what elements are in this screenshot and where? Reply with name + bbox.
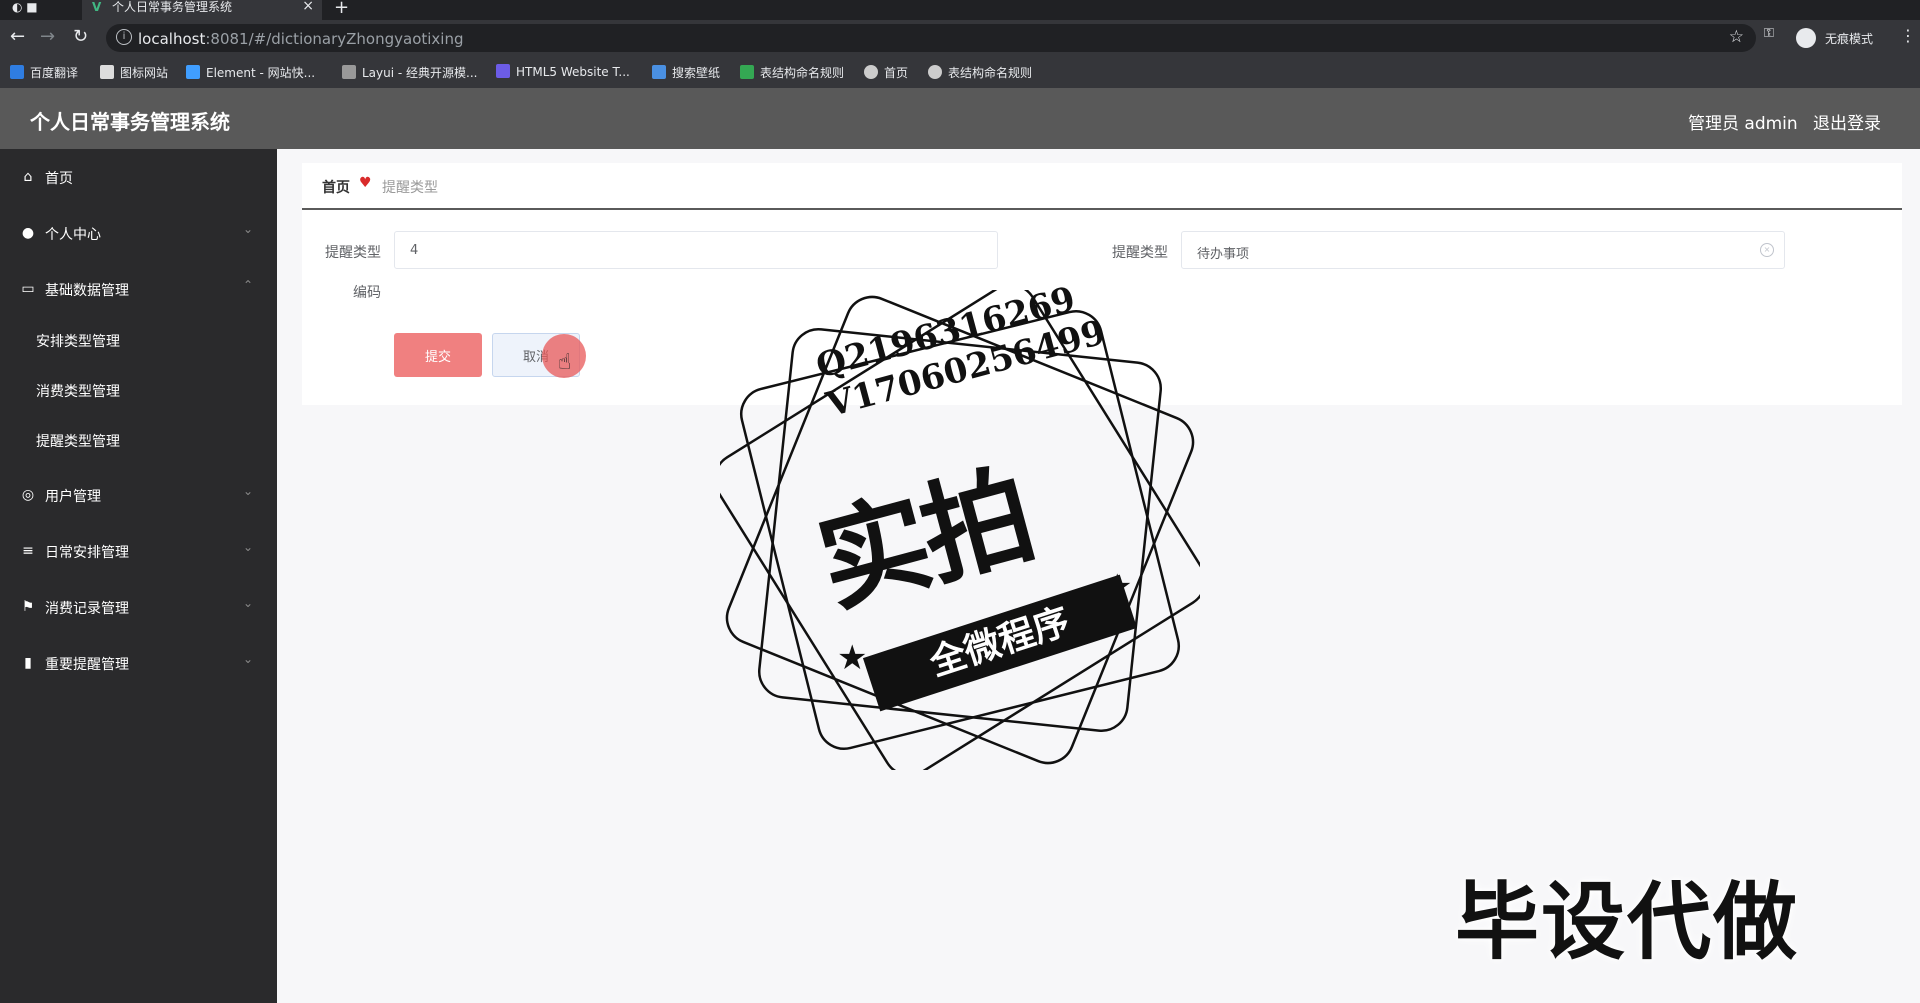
chevron-down-icon: ⌄ xyxy=(243,540,254,554)
home-icon: ⌂ xyxy=(23,169,33,185)
bookmark-star-icon[interactable]: ☆ xyxy=(1729,27,1744,47)
breadcrumb-current: 提醒类型 xyxy=(382,180,438,196)
chevron-down-icon: ⌄ xyxy=(243,596,254,610)
sidebar-item-label: 消费记录管理 xyxy=(45,601,129,617)
bookmark-item[interactable]: 百度翻译 xyxy=(10,64,78,81)
flag-icon: ⚑ xyxy=(21,599,35,615)
bookmark-item[interactable]: 搜索壁纸 xyxy=(652,64,720,81)
sidebar-item-label: 重要提醒管理 xyxy=(45,657,129,673)
code-input-value: 4 xyxy=(410,243,419,258)
sidebar-item-basic-data[interactable]: ▭ 基础数据管理 ⌃ xyxy=(0,269,277,309)
bar-chart-icon: ▮ xyxy=(24,655,32,671)
card-icon: ▭ xyxy=(21,281,35,297)
key-icon[interactable]: ⚿ xyxy=(1764,26,1774,41)
sidebar-item-label: 个人中心 xyxy=(45,227,101,243)
back-icon[interactable]: ← xyxy=(10,26,25,47)
sidebar-item-label: 基础数据管理 xyxy=(45,283,129,299)
code-label: 提醒类型 xyxy=(325,245,381,261)
pointer-hand-icon: ☝ xyxy=(558,350,572,375)
sidebar-item-users[interactable]: ◎ 用户管理 ⌄ xyxy=(0,475,277,515)
type-input-value: 待办事项 xyxy=(1197,247,1250,262)
sidebar-subitem-expense-type[interactable]: 消费类型管理 xyxy=(0,370,277,410)
incognito-icon xyxy=(1796,28,1816,48)
sidebar: ⌂ 首页 ● 个人中心 ⌄ ▭ 基础数据管理 ⌃ 安排类型管理 消费类型管理 提… xyxy=(0,149,277,1003)
submit-button[interactable]: 提交 xyxy=(394,333,482,377)
sidebar-item-label: 用户管理 xyxy=(45,489,101,505)
sidebar-subitem-label: 消费类型管理 xyxy=(36,384,120,400)
bookmark-item[interactable]: 首页 xyxy=(864,64,908,81)
url-text: localhost:8081/#/dictionaryZhongyaotixin… xyxy=(138,30,464,48)
heart-icon: ♥ xyxy=(359,175,372,191)
sidebar-item-home[interactable]: ⌂ 首页 xyxy=(0,157,277,197)
incognito-label: 无痕模式 xyxy=(1825,32,1874,46)
sidebar-subitem-reminder-type[interactable]: 提醒类型管理 xyxy=(0,420,277,460)
sidebar-item-daily-schedule[interactable]: ≡ 日常安排管理 ⌄ xyxy=(0,531,277,571)
bookmark-item[interactable]: Element - 网站快... xyxy=(186,64,315,81)
logout-link[interactable]: 退出登录 xyxy=(1813,109,1881,134)
site-info-icon[interactable]: i xyxy=(116,29,132,45)
chevron-down-icon: ⌄ xyxy=(243,222,254,236)
sidebar-item-expense-records[interactable]: ⚑ 消费记录管理 ⌄ xyxy=(0,587,277,627)
browser-menu-icon[interactable]: ◐ ■ xyxy=(12,0,38,14)
watermark-stamp: Q2196316269 V17060256499 实拍 ★ ★ 全微程序 xyxy=(713,279,1207,777)
bookmark-item[interactable]: HTML5 Website T... xyxy=(496,64,630,79)
sidebar-item-label: 日常安排管理 xyxy=(45,545,129,561)
sidebar-item-personal-center[interactable]: ● 个人中心 ⌄ xyxy=(0,213,277,253)
sidebar-item-reminders[interactable]: ▮ 重要提醒管理 ⌄ xyxy=(0,643,277,683)
clear-icon[interactable]: × xyxy=(1760,243,1774,257)
forward-icon[interactable]: → xyxy=(40,26,55,47)
user-icon: ● xyxy=(21,225,35,241)
new-tab-icon[interactable]: + xyxy=(334,0,349,18)
address-bar[interactable]: i localhost:8081/#/dictionaryZhongyaotix… xyxy=(106,24,1756,52)
sidebar-subitem-schedule-type[interactable]: 安排类型管理 xyxy=(0,320,277,360)
watermark-bottom-text: 毕设代做 xyxy=(1455,873,1800,971)
breadcrumb-home[interactable]: 首页 xyxy=(322,177,350,197)
bookmark-item[interactable]: Layui - 经典开源模... xyxy=(342,64,477,81)
sidebar-subitem-label: 提醒类型管理 xyxy=(36,434,120,450)
bookmark-item[interactable]: 表结构命名规则 xyxy=(740,64,844,81)
sidebar-subitem-label: 安排类型管理 xyxy=(36,334,120,350)
browser-menu-dots-icon[interactable]: ⋮ xyxy=(1900,26,1916,45)
app-title: 个人日常事务管理系统 xyxy=(30,110,230,134)
type-label: 提醒类型 xyxy=(1112,245,1168,261)
globe-icon: ◎ xyxy=(21,487,35,503)
sidebar-item-label: 首页 xyxy=(45,171,73,187)
code-label-suffix: 编码 xyxy=(353,285,381,301)
chevron-down-icon: ⌄ xyxy=(243,652,254,666)
code-input[interactable]: 4 xyxy=(394,231,998,269)
app-header: 个人日常事务管理系统 管理员 admin 退出登录 xyxy=(0,88,1920,149)
tab-title: 个人日常事务管理系统 xyxy=(112,0,233,14)
breadcrumb: 首页 ♥ 提醒类型 xyxy=(302,163,1902,210)
bookmark-item[interactable]: 图标网站 xyxy=(100,64,168,81)
list-icon: ≡ xyxy=(22,543,34,559)
browser-toolbar: ← → ↻ i localhost:8081/#/dictionaryZhong… xyxy=(0,20,1920,56)
reload-icon[interactable]: ↻ xyxy=(73,26,88,47)
chevron-up-icon: ⌃ xyxy=(243,278,254,292)
admin-label: 管理员 admin xyxy=(1688,114,1798,134)
browser-tab[interactable]: V 个人日常事务管理系统 × xyxy=(82,0,322,20)
bookmarks-bar: 百度翻译 图标网站 Element - 网站快... Layui - 经典开源模… xyxy=(0,56,1920,89)
tab-close-icon[interactable]: × xyxy=(302,0,314,13)
browser-tab-bar: ◐ ■ V 个人日常事务管理系统 × + xyxy=(0,0,1920,20)
chevron-down-icon: ⌄ xyxy=(243,484,254,498)
bookmark-item[interactable]: 表结构命名规则 xyxy=(928,64,1032,81)
vue-favicon-icon: V xyxy=(92,0,102,14)
type-input[interactable]: 待办事项 × xyxy=(1181,231,1785,269)
